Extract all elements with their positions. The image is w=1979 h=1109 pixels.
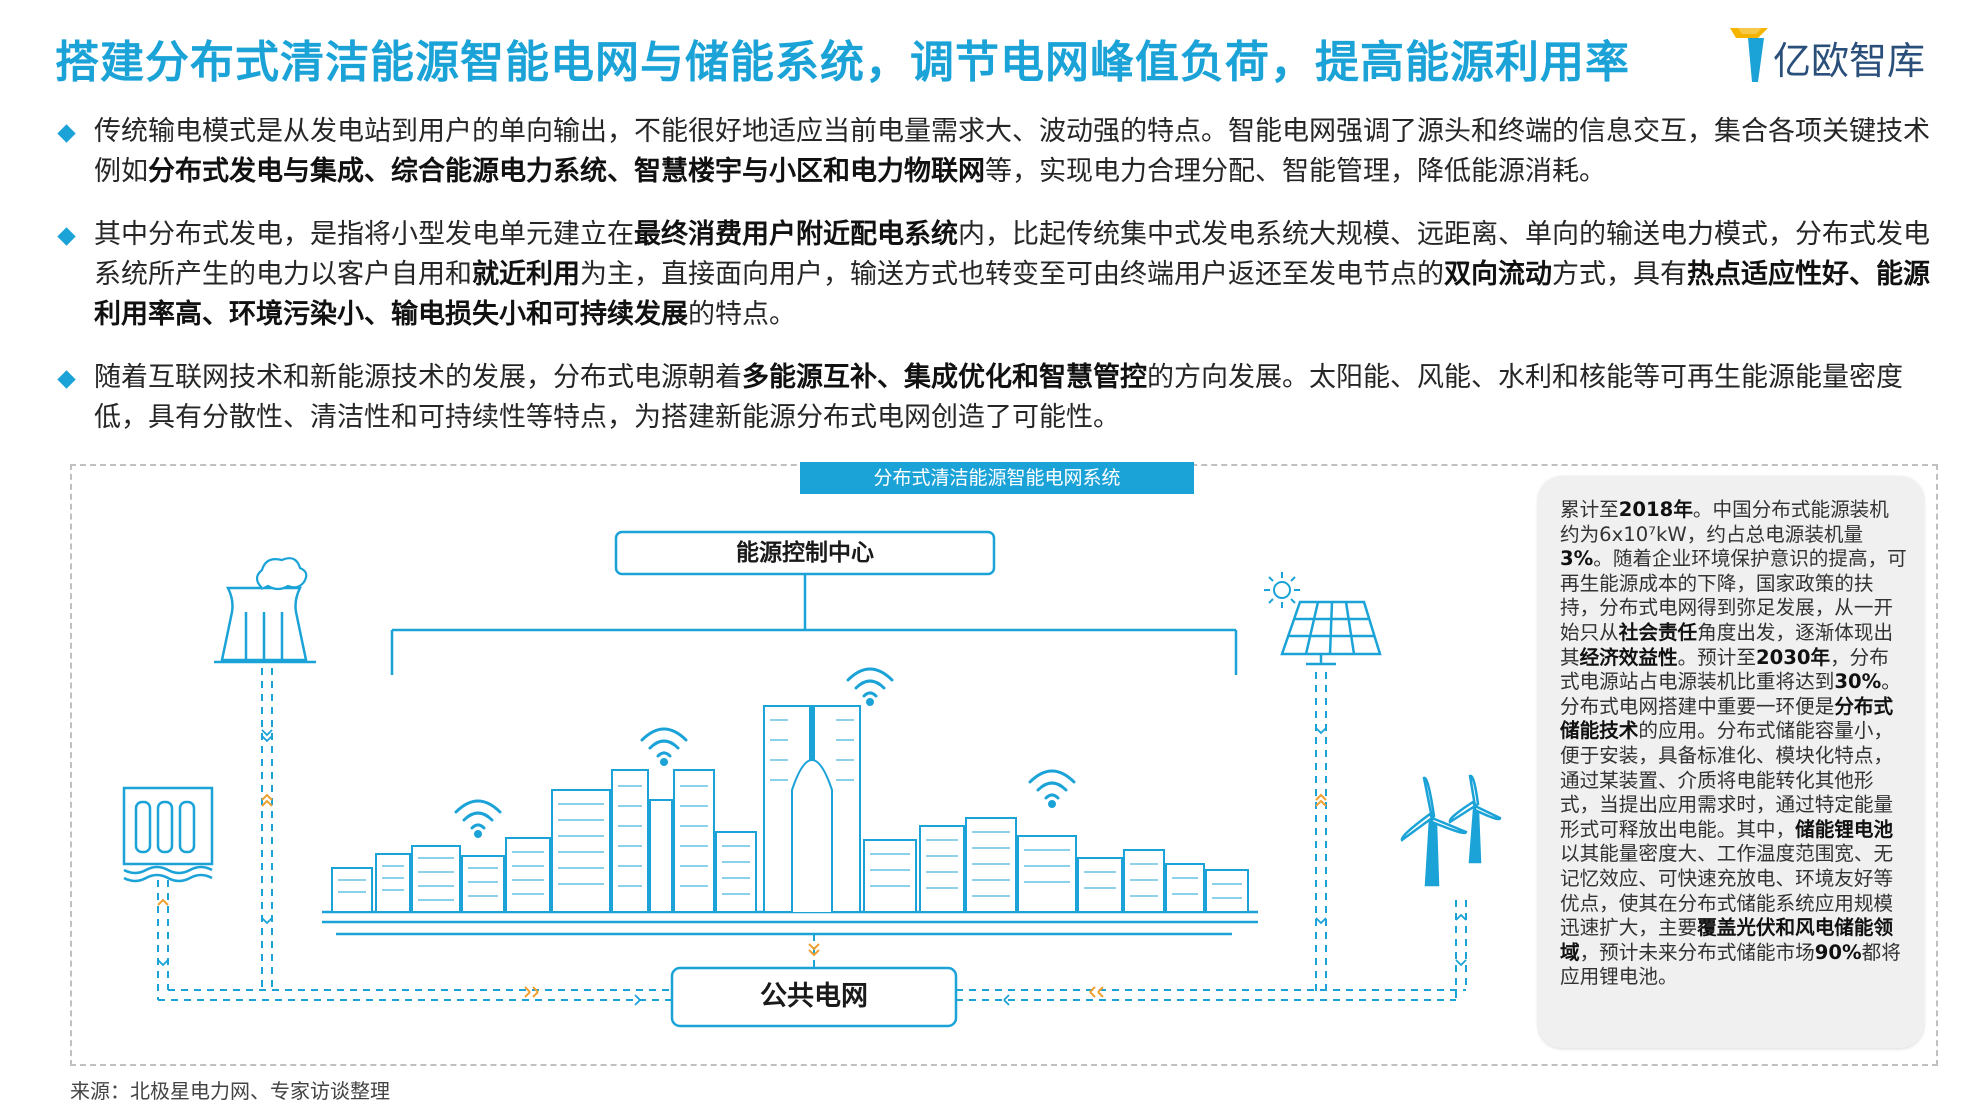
bold-text: 90% xyxy=(1814,940,1862,964)
diagram-title: 分布式清洁能源智能电网系统 xyxy=(800,462,1194,494)
bold-text: 储能锂电池 xyxy=(1795,817,1894,841)
sidebox-text: 累计至2018年。中国分布式能源装机约为6x10⁷kW，约占总电源装机量3%。随… xyxy=(1560,498,1908,990)
bold-text: 2018年 xyxy=(1618,498,1693,521)
power-plant-icon xyxy=(214,557,316,664)
solar-panel-icon xyxy=(1280,600,1382,666)
control-center-label: 能源控制中心 xyxy=(736,540,874,566)
bold-text: 30% xyxy=(1834,670,1882,694)
public-grid-label: 公共电网 xyxy=(760,981,868,1012)
source-note: 来源：北极星电力网、专家访谈整理 xyxy=(70,1079,390,1103)
hydro-dam-icon xyxy=(122,786,214,883)
bold-text: 3% xyxy=(1560,547,1594,571)
text-run: ，预计未来分布式储能市场 xyxy=(1579,940,1815,964)
text-run: 。 xyxy=(1881,670,1901,694)
city-skyline-icon xyxy=(331,705,1249,913)
wind-turbine-icon xyxy=(1400,774,1502,887)
bold-text: 经济效益性 xyxy=(1579,645,1678,669)
text-run: 分布式电网搭建中重要一环便是 xyxy=(1560,694,1835,718)
text-run: 累计至 xyxy=(1560,498,1619,521)
bold-text: 2030年 xyxy=(1755,645,1831,669)
text-run: 。预计至 xyxy=(1677,645,1756,669)
bold-text: 社会责任 xyxy=(1618,620,1698,644)
sun-icon xyxy=(1264,572,1300,608)
